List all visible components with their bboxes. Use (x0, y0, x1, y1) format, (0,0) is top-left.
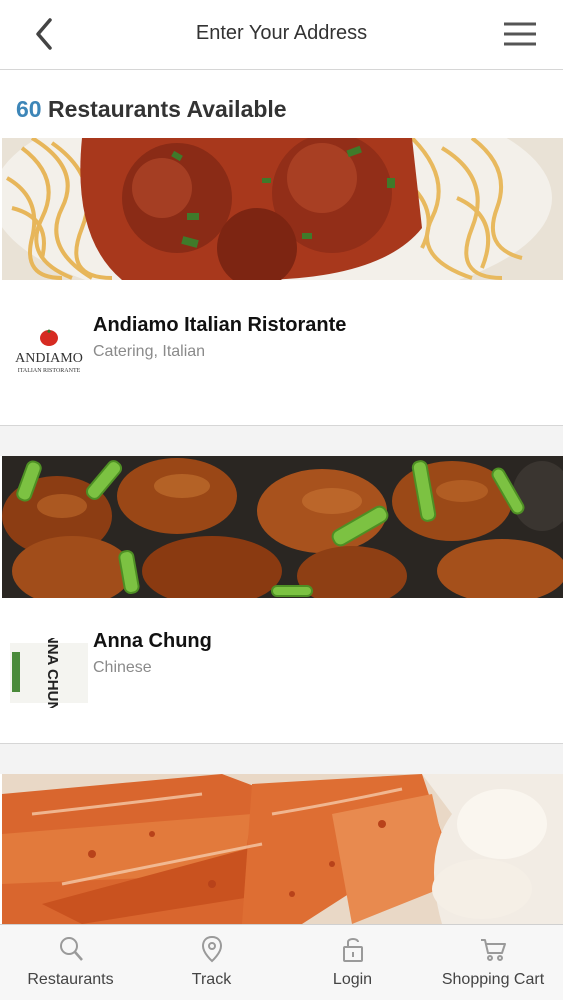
restaurant-card[interactable]: ANNA CHUNG Anna Chung Chinese (0, 456, 563, 744)
restaurant-photo[interactable] (2, 138, 563, 280)
restaurant-card[interactable] (0, 774, 563, 924)
nav-restaurants[interactable]: Restaurants (0, 925, 141, 1001)
nav-track[interactable]: Track (141, 925, 282, 1001)
logo-wordmark: ANNA CHUNG (44, 638, 61, 708)
nav-label: Restaurants (27, 971, 114, 988)
nav-login[interactable]: Login (282, 925, 423, 1001)
bottom-navigation: Restaurants Track Login Shopping Cart (0, 924, 563, 1000)
spaghetti-meatballs-photo (2, 138, 563, 280)
restaurant-categories: Chinese (93, 659, 152, 676)
cart-icon (481, 939, 506, 961)
top-bar: Enter Your Address (0, 0, 563, 70)
restaurant-count-label: Restaurants Available (47, 96, 287, 122)
restaurant-count-heading: 60 Restaurants Available (16, 96, 287, 123)
andiamo-logo-icon: ANDIAMO ITALIAN RISTORANTE (15, 329, 83, 374)
restaurant-categories: Catering, Italian (93, 343, 206, 360)
search-icon (60, 937, 83, 961)
logo-subtext: ITALIAN RISTORANTE (18, 368, 81, 374)
map-pin-icon (202, 935, 222, 963)
restaurant-info[interactable]: ANNA CHUNG Anna Chung Chinese (0, 598, 563, 744)
anna-chung-logo-icon: ANNA CHUNG (10, 622, 88, 724)
logo-wordmark: ANDIAMO (15, 351, 83, 366)
restaurant-count: 60 (16, 96, 42, 122)
restaurant-info[interactable]: ANDIAMO ITALIAN RISTORANTE Andiamo Itali… (0, 280, 563, 426)
address-title[interactable]: Enter Your Address (0, 22, 563, 45)
padlock-icon (343, 938, 363, 962)
restaurant-photo[interactable] (2, 774, 563, 924)
nav-label: Login (332, 971, 373, 988)
menu-button[interactable] (498, 16, 542, 52)
hamburger-menu-icon (504, 22, 536, 46)
restaurant-photo[interactable] (2, 456, 563, 598)
restaurant-name[interactable]: Anna Chung (93, 630, 212, 653)
restaurant-card[interactable]: ANDIAMO ITALIAN RISTORANTE Andiamo Itali… (0, 138, 563, 426)
nav-label: Shopping Cart (441, 971, 545, 988)
card-divider (0, 426, 563, 456)
card-divider (0, 744, 563, 774)
orange-chicken-photo (2, 456, 563, 598)
restaurant-logo: ANDIAMO ITALIAN RISTORANTE (10, 320, 88, 390)
nav-label: Track (191, 971, 232, 988)
nav-shopping-cart[interactable]: Shopping Cart (423, 925, 563, 1001)
king-crab-photo (2, 774, 563, 924)
restaurant-name[interactable]: Andiamo Italian Ristorante (93, 314, 346, 337)
restaurant-logo: ANNA CHUNG (10, 622, 88, 724)
